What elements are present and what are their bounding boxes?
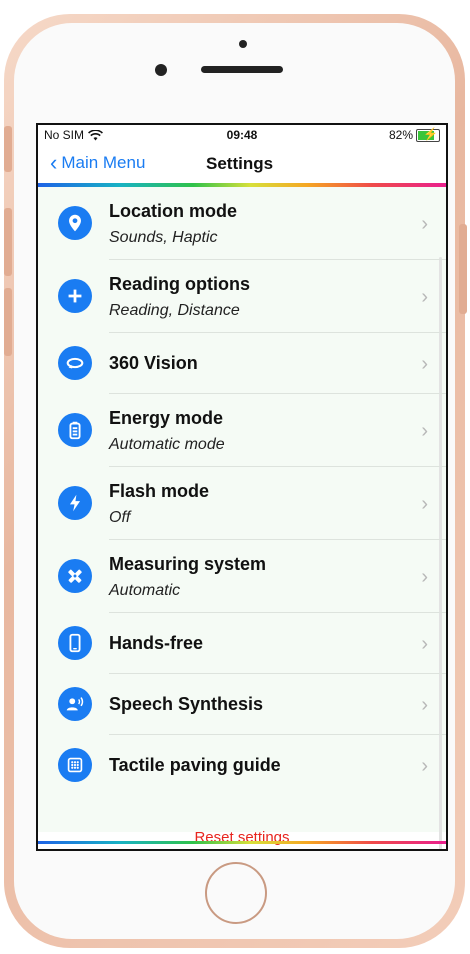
location-pin-icon (58, 206, 92, 240)
home-button[interactable] (205, 862, 267, 924)
row-subtitle: Reading, Distance (109, 302, 240, 319)
settings-row-speech-synthesis[interactable]: Speech Synthesis › (38, 674, 446, 735)
settings-list: Location mode Sounds, Haptic › Reading o… (38, 187, 446, 849)
battery-percentage: 82% (388, 128, 413, 142)
row-subtitle: Automatic (109, 582, 181, 599)
settings-row-hands-free[interactable]: Hands-free › (38, 613, 446, 674)
row-subtitle: Sounds, Haptic (109, 229, 218, 246)
page-title: Settings (206, 154, 274, 173)
row-title: Hands-free (109, 633, 204, 653)
chevron-left-icon: ‹ (50, 150, 58, 175)
chevron-right-icon: › (421, 633, 428, 655)
volume-down-button (4, 288, 12, 356)
settings-row-measuring-system[interactable]: Measuring system Automatic › (38, 540, 446, 613)
chevron-right-icon: › (421, 566, 428, 588)
row-subtitle: Off (109, 509, 131, 526)
phone-icon (58, 626, 92, 660)
app-screen: No SIM 09:48 82% ⚡ ‹ Main Menu Settings (36, 123, 448, 851)
chevron-right-icon: › (421, 493, 428, 515)
ruler-pencil-icon (58, 559, 92, 593)
settings-row-location-mode[interactable]: Location mode Sounds, Haptic › (38, 187, 446, 260)
chevron-right-icon: › (421, 286, 428, 308)
front-camera (155, 64, 167, 76)
rotate-360-icon (58, 346, 92, 380)
navigation-bar: ‹ Main Menu Settings (38, 145, 446, 183)
settings-row-flash-mode[interactable]: Flash mode Off › (38, 467, 446, 540)
row-title: Measuring system (109, 554, 267, 574)
chevron-right-icon: › (421, 694, 428, 716)
row-title: Energy mode (109, 408, 224, 428)
settings-row-reading-options[interactable]: Reading options Reading, Distance › (38, 260, 446, 333)
row-title: 360 Vision (109, 353, 198, 373)
mute-switch (4, 126, 12, 172)
row-title: Reading options (109, 274, 250, 294)
power-button (459, 224, 467, 314)
earpiece-speaker (201, 66, 283, 73)
row-subtitle: Automatic mode (109, 436, 225, 453)
row-title: Tactile paving guide (109, 755, 281, 775)
volume-up-button (4, 208, 12, 276)
back-button-label: Main Menu (61, 153, 146, 172)
row-title: Flash mode (109, 481, 210, 501)
back-button[interactable]: ‹ Main Menu (50, 150, 146, 175)
chevron-right-icon: › (421, 420, 428, 442)
clock: 09:48 (226, 128, 258, 142)
status-bar: No SIM 09:48 82% ⚡ (38, 125, 446, 145)
battery-icon (58, 413, 92, 447)
row-title: Speech Synthesis (109, 694, 264, 714)
proximity-sensor (239, 40, 247, 48)
plus-circle-icon (58, 279, 92, 313)
settings-row-tactile-paving-guide[interactable]: Tactile paving guide › (38, 735, 446, 796)
settings-row-360-vision[interactable]: 360 Vision › (38, 333, 446, 394)
chevron-right-icon: › (421, 755, 428, 777)
lightning-icon (58, 486, 92, 520)
battery-icon: ⚡ (416, 127, 440, 142)
settings-row-energy-mode[interactable]: Energy mode Automatic mode › (38, 394, 446, 467)
chevron-right-icon: › (421, 213, 428, 235)
grid-icon (58, 748, 92, 782)
rainbow-divider-bottom (38, 841, 446, 844)
row-title: Location mode (109, 201, 238, 221)
speaking-person-icon (58, 687, 92, 721)
chevron-right-icon: › (421, 353, 428, 375)
